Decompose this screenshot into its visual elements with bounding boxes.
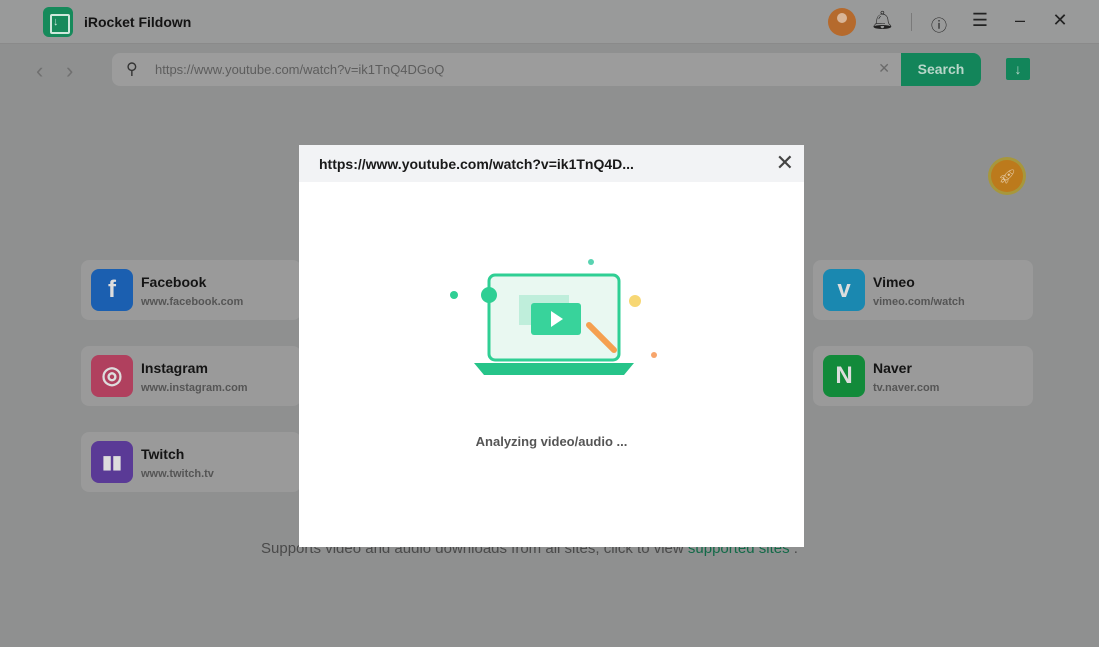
site-domain: www.instagram.com [141,382,248,394]
naver-icon: N [823,355,865,397]
analyzing-dialog: https://www.youtube.com/watch?v=ik1TnQ4D… [299,145,804,547]
facebook-icon: f [91,269,133,311]
site-domain: www.twitch.tv [141,468,214,480]
help-icon[interactable]: ⓘ [928,12,950,36]
site-name: Twitch [141,446,185,462]
site-card-vimeo[interactable]: v Vimeo vimeo.com/watch [813,260,1033,320]
forward-icon[interactable]: › [66,58,73,84]
laptop-illustration [450,259,657,375]
app-title: iRocket Fildown [84,14,192,30]
search-button[interactable]: Search [901,53,981,86]
site-domain: www.facebook.com [141,296,244,308]
site-card-naver[interactable]: N Naver tv.naver.com [813,346,1033,406]
dialog-title: https://www.youtube.com/watch?v=ik1TnQ4D… [319,156,634,172]
instagram-icon: ◎ [91,355,133,397]
close-dialog-icon[interactable]: ✕ [776,150,794,176]
site-name: Facebook [141,274,207,290]
site-domain: vimeo.com/watch [873,296,965,308]
menu-icon[interactable]: ☰ [969,10,991,31]
bell-icon[interactable]: 🔔︎ [871,10,894,31]
dialog-header: https://www.youtube.com/watch?v=ik1TnQ4D… [299,145,804,182]
url-text[interactable]: https://www.youtube.com/watch?v=ik1TnQ4D… [155,62,444,77]
avatar[interactable] [828,8,856,36]
back-icon[interactable]: ‹ [36,58,43,84]
site-card-instagram[interactable]: ◎ Instagram www.instagram.com [81,346,301,406]
clear-icon[interactable]: ✕ [878,60,890,77]
site-name: Vimeo [873,274,915,290]
close-window-icon[interactable]: ✕ [1049,10,1071,31]
site-card-facebook[interactable]: f Facebook www.facebook.com [81,260,301,320]
site-name: Naver [873,360,912,376]
divider [911,13,912,31]
download-folder-icon[interactable]: ↓ [1006,58,1030,80]
rocket-icon[interactable]: 🚀︎ [991,160,1023,192]
site-name: Instagram [141,360,208,376]
minimize-icon[interactable]: – [1009,10,1031,31]
site-card-twitch[interactable]: ▮▮ Twitch www.twitch.tv [81,432,301,492]
title-bar: iRocket Fildown 🔔︎ ⓘ ☰ – ✕ [0,0,1099,44]
site-domain: tv.naver.com [873,382,940,394]
url-search-input[interactable]: ⚲ https://www.youtube.com/watch?v=ik1TnQ… [112,53,902,86]
vimeo-icon: v [823,269,865,311]
search-icon: ⚲ [126,61,138,78]
status-text: Analyzing video/audio ... [475,434,628,449]
app-logo-icon [43,7,73,37]
twitch-icon: ▮▮ [91,441,133,483]
